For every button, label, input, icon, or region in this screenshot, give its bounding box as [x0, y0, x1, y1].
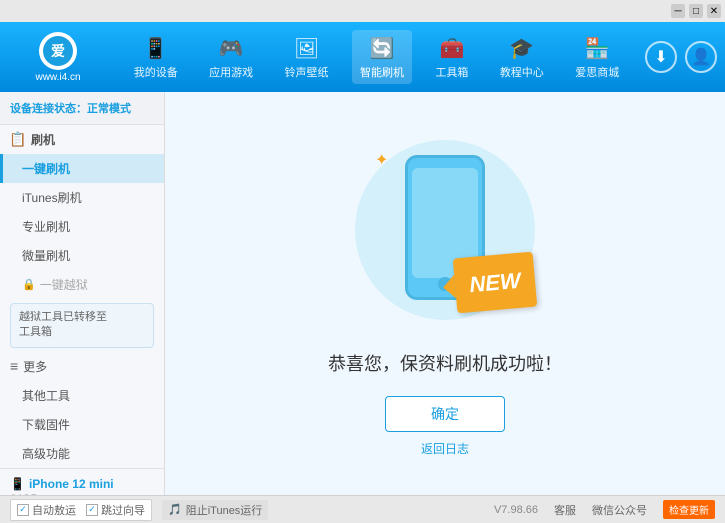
notice-text: 越狱工具已转移至工具箱	[19, 311, 107, 338]
menu-lines-icon: ≡	[10, 358, 18, 374]
confirm-button-label: 确定	[431, 404, 459, 424]
smart-icon: 🔄	[368, 34, 396, 62]
logo-area[interactable]: 爱 www.i4.cn	[8, 32, 108, 83]
logo-symbol: 爱	[43, 36, 73, 66]
nav-item-wallpaper[interactable]: 🖼 铃声壁纸	[277, 30, 337, 84]
wallpaper-icon: 🖼	[293, 34, 321, 62]
status-value: 正常模式	[87, 103, 131, 115]
sidebar-item-micro[interactable]: 微量刷机	[0, 241, 164, 270]
nav-item-device[interactable]: 📱 我的设备	[126, 30, 186, 84]
other-tools-label: 其他工具	[22, 389, 70, 403]
bottom-checkboxes: ✓ 自动敖运 ✓ 跳过向导	[10, 499, 152, 521]
nav-right-actions: ⬇ 👤	[645, 41, 717, 73]
status-label: 设备连接状态：	[10, 103, 87, 115]
auto-flash-label: 自动敖运	[32, 502, 76, 518]
top-navigation: 爱 www.i4.cn 📱 我的设备 🎮 应用游戏 🖼 铃声壁纸 🔄 智能刷机 …	[0, 22, 725, 92]
wechat-public-link[interactable]: 微信公众号	[592, 502, 647, 518]
sidebar-item-pro-label: 专业刷机	[22, 220, 70, 234]
nav-label-tools: 工具箱	[435, 64, 468, 80]
logo-icon: 爱	[39, 32, 77, 70]
close-button[interactable]: ✕	[707, 4, 721, 18]
new-badge-text: NEW	[468, 267, 521, 297]
nav-label-wallpaper: 铃声壁纸	[285, 64, 329, 80]
success-illustration: ✦ ✦ NEW	[345, 130, 545, 330]
flash-section-label: 刷机	[31, 131, 55, 148]
itunes-bar[interactable]: 🎵 阻止iTunes运行	[162, 500, 268, 520]
content-area: ✦ ✦ NEW 恭喜您，保资料刷机成功啦！ 确定 返回日志	[165, 92, 725, 495]
account-button[interactable]: 👤	[685, 41, 717, 73]
sidebar: 设备连接状态：正常模式 📋 刷机 一键刷机 iTunes刷机 专业刷机 微量刷机…	[0, 92, 165, 495]
check-update-button[interactable]: 检查更新	[663, 500, 715, 519]
more-label: 更多	[23, 358, 47, 375]
device-storage: 64GB	[10, 493, 154, 495]
brand-icon: 🏪	[583, 34, 611, 62]
locked-item-label: 一键越狱	[40, 276, 88, 293]
sidebar-item-micro-label: 微量刷机	[22, 249, 70, 263]
device-icon: 📱	[142, 34, 170, 62]
nav-item-brand[interactable]: 🏪 爱思商城	[567, 30, 627, 84]
confirm-button[interactable]: 确定	[385, 396, 505, 432]
sidebar-item-itunes-label: iTunes刷机	[22, 191, 82, 205]
nav-item-apps[interactable]: 🎮 应用游戏	[201, 30, 261, 84]
device-name: 📱 iPhone 12 mini	[10, 477, 154, 491]
bottom-left: ✓ 自动敖运 ✓ 跳过向导	[10, 499, 152, 521]
device-phone-icon: 📱	[10, 477, 25, 491]
nav-item-tools[interactable]: 🧰 工具箱	[427, 30, 476, 84]
sidebar-item-download-fw[interactable]: 下载固件	[0, 410, 164, 439]
device-info-section: 📱 iPhone 12 mini 64GB Down-12mini-13,1	[0, 468, 164, 495]
tutorial-icon: 🎓	[508, 34, 536, 62]
nav-label-smart: 智能刷机	[360, 64, 404, 80]
skip-guide-label: 跳过向导	[101, 502, 145, 518]
sidebar-locked-jailbreak: 🔒 一键越狱	[0, 270, 164, 299]
nav-items: 📱 我的设备 🎮 应用游戏 🖼 铃声壁纸 🔄 智能刷机 🧰 工具箱 🎓 教程中心…	[108, 30, 645, 84]
nav-label-tutorial: 教程中心	[500, 64, 544, 80]
itunes-label: 阻止iTunes运行	[186, 502, 263, 518]
sidebar-item-advanced[interactable]: 高级功能	[0, 439, 164, 468]
skip-guide-checkbox[interactable]: ✓ 跳过向导	[86, 502, 145, 518]
new-badge: NEW	[453, 252, 537, 314]
sidebar-notice: 越狱工具已转移至工具箱	[10, 303, 154, 348]
bottom-bar: ✓ 自动敖运 ✓ 跳过向导 🎵 阻止iTunes运行 V7.98.66 客服 微…	[0, 495, 725, 523]
download-button[interactable]: ⬇	[645, 41, 677, 73]
apps-icon: 🎮	[217, 34, 245, 62]
auto-flash-checkbox[interactable]: ✓ 自动敖运	[17, 502, 76, 518]
nav-item-smart[interactable]: 🔄 智能刷机	[352, 30, 412, 84]
main-area: 设备连接状态：正常模式 📋 刷机 一键刷机 iTunes刷机 专业刷机 微量刷机…	[0, 92, 725, 495]
sidebar-item-one-click-label: 一键刷机	[22, 162, 70, 176]
nav-label-apps: 应用游戏	[209, 64, 253, 80]
sidebar-item-itunes[interactable]: iTunes刷机	[0, 183, 164, 212]
nav-label-brand: 爱思商城	[575, 64, 619, 80]
sidebar-item-pro[interactable]: 专业刷机	[0, 212, 164, 241]
flash-section-header: 📋 刷机	[0, 125, 164, 154]
minimize-button[interactable]: ─	[671, 4, 685, 18]
nav-label-device: 我的设备	[134, 64, 178, 80]
device-name-text: iPhone 12 mini	[29, 477, 114, 491]
flash-section-icon: 📋	[10, 132, 26, 148]
sidebar-item-one-click[interactable]: 一键刷机	[0, 154, 164, 183]
status-bar: 设备连接状态：正常模式	[0, 92, 164, 125]
customer-service-link[interactable]: 客服	[554, 502, 576, 518]
bottom-right: V7.98.66 客服 微信公众号 检查更新	[494, 500, 715, 519]
skip-guide-checkbox-box[interactable]: ✓	[86, 504, 98, 516]
nav-item-tutorial[interactable]: 🎓 教程中心	[492, 30, 552, 84]
sparkle-topleft: ✦	[375, 150, 388, 170]
maximize-button[interactable]: □	[689, 4, 703, 18]
back-link-text: 返回日志	[421, 442, 469, 456]
sidebar-item-other-tools[interactable]: 其他工具	[0, 381, 164, 410]
more-section-header: ≡ 更多	[0, 352, 164, 381]
itunes-icon: 🎵	[168, 503, 182, 516]
auto-flash-checkbox-box[interactable]: ✓	[17, 504, 29, 516]
back-to-log-link[interactable]: 返回日志	[421, 440, 469, 457]
logo-site: www.i4.cn	[35, 72, 80, 83]
advanced-label: 高级功能	[22, 447, 70, 461]
title-bar: ─ □ ✕	[0, 0, 725, 22]
download-fw-label: 下载固件	[22, 418, 70, 432]
lock-icon: 🔒	[22, 278, 36, 291]
version-number: V7.98.66	[494, 504, 538, 516]
tools-icon: 🧰	[438, 34, 466, 62]
success-message: 恭喜您，保资料刷机成功啦！	[328, 350, 562, 376]
